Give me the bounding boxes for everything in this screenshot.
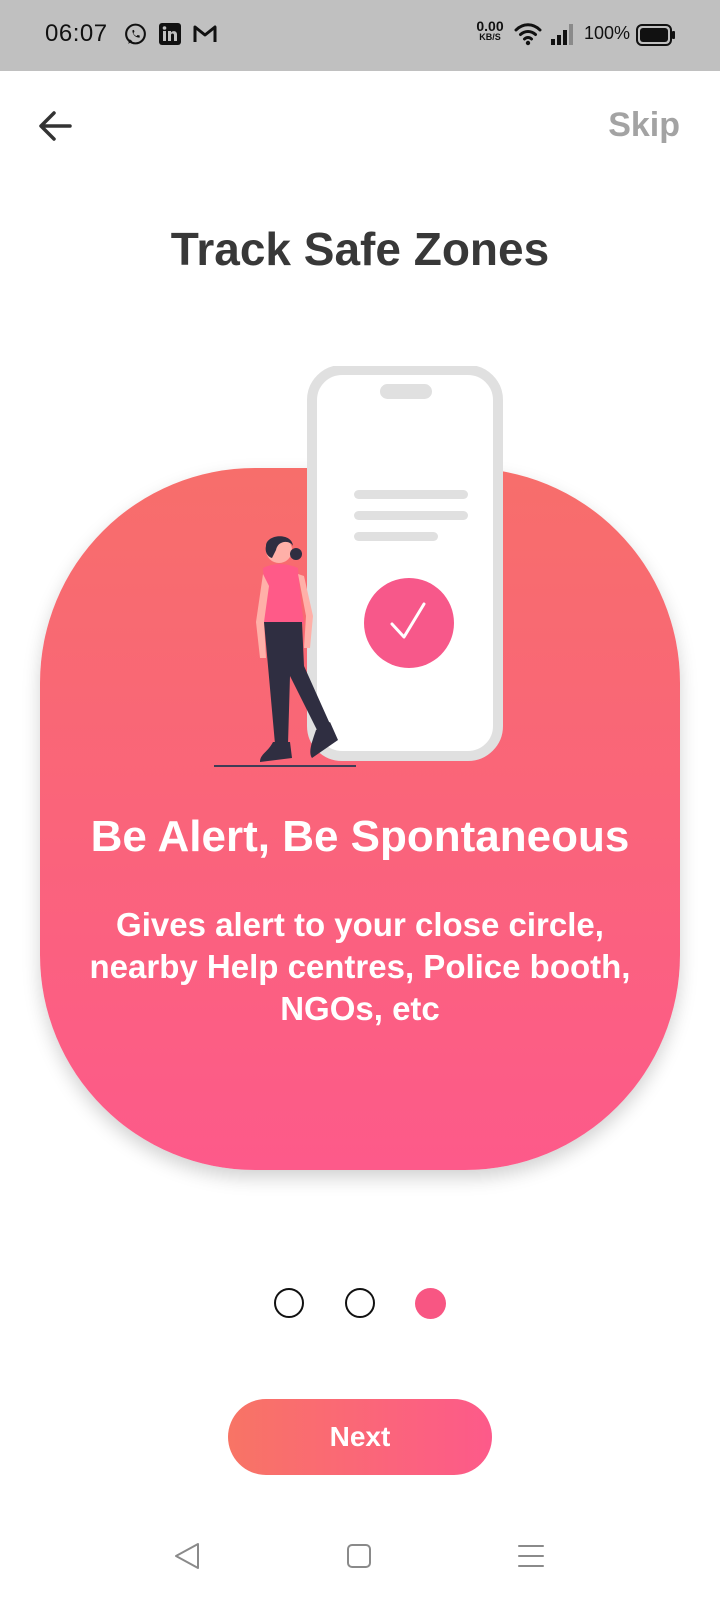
- onboarding-screen: 06:07 0.00 KB/S 100% Skip Track Safe Zon…: [0, 0, 720, 1600]
- gmail-icon: [193, 25, 217, 42]
- card-description: Gives alert to your close circle, nearby…: [89, 906, 631, 1027]
- page-indicator: [0, 1288, 720, 1320]
- page-dot[interactable]: [274, 1288, 304, 1318]
- card-heading: Be Alert, Be Spontaneous: [90, 812, 630, 861]
- page-dot-active[interactable]: [415, 1288, 446, 1319]
- back-triangle-icon[interactable]: [170, 1538, 206, 1574]
- battery-percent: 100%: [584, 23, 631, 43]
- status-bar: 06:07 0.00 KB/S 100%: [0, 0, 720, 71]
- page-dot[interactable]: [345, 1288, 375, 1318]
- menu-lines-icon[interactable]: [513, 1538, 549, 1574]
- arrow-left-icon: [39, 111, 72, 141]
- battery-icon: [636, 24, 675, 46]
- status-time: 06:07: [45, 20, 108, 47]
- next-button[interactable]: Next: [228, 1399, 492, 1475]
- whatsapp-icon: [125, 23, 146, 45]
- page-title: Track Safe Zones: [170, 223, 550, 275]
- back-button[interactable]: [34, 104, 78, 148]
- cellular-signal-icon: [551, 24, 573, 45]
- woman-phone-illustration: [214, 366, 503, 767]
- wifi-icon: [514, 23, 542, 46]
- skip-button[interactable]: Skip: [608, 106, 680, 145]
- linkedin-icon: [159, 23, 181, 45]
- network-speed: 0.00 KB/S: [476, 18, 504, 42]
- home-square-icon[interactable]: [341, 1538, 377, 1574]
